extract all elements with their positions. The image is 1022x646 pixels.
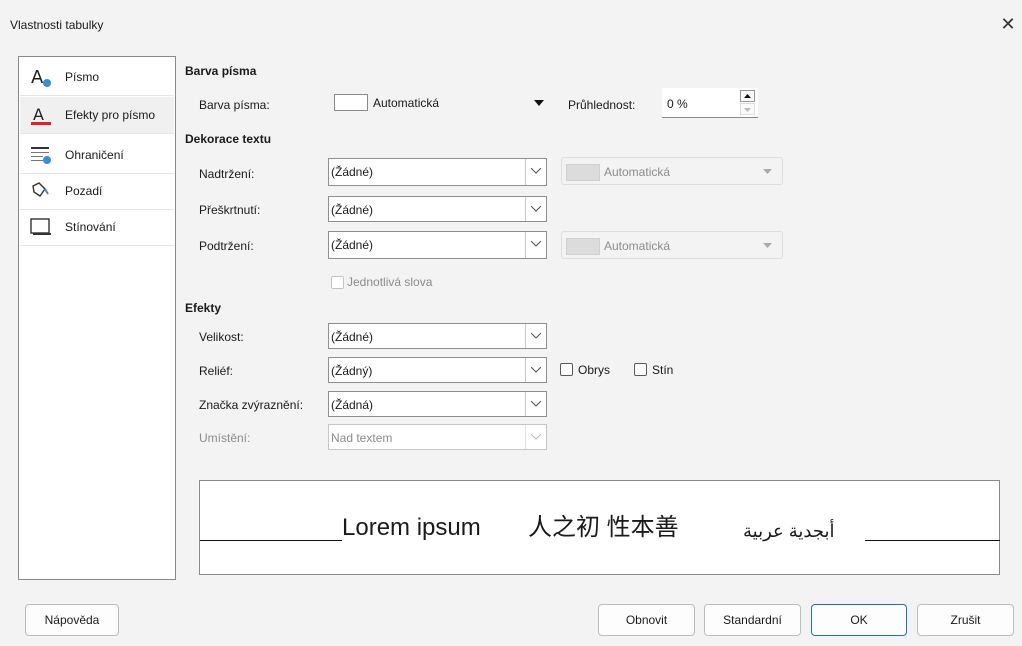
chevron-down-icon <box>531 367 541 373</box>
overline-color-value: Automatická <box>604 165 671 179</box>
arrow-up-icon <box>744 94 751 98</box>
individual-words-checkbox[interactable] <box>331 276 344 289</box>
sidebar-item-background[interactable]: Pozadí <box>20 173 174 210</box>
overline-dropdown-button[interactable] <box>525 159 546 185</box>
sidebar-item-label: Efekty pro písmo <box>65 108 156 122</box>
individual-words-label: Jednotlivá slova <box>347 275 433 289</box>
case-combo[interactable]: (Žádné) <box>328 323 547 349</box>
standard-button[interactable]: Standardní <box>704 604 801 636</box>
position-dropdown-button[interactable] <box>525 425 546 449</box>
emphasis-combo[interactable]: (Žádná) <box>328 391 547 417</box>
shadow-label: Stín <box>652 363 674 377</box>
font-icon: A <box>31 67 51 88</box>
chevron-down-icon <box>531 434 541 440</box>
overline-color-picker: Automatická <box>561 157 783 185</box>
color-swatch <box>566 164 600 181</box>
font-color-heading: Barva písma <box>185 64 257 78</box>
close-button[interactable]: ✕ <box>996 12 1020 36</box>
sidebar-item-borders[interactable]: Ohraničení <box>20 137 174 174</box>
shadow-checkbox[interactable] <box>634 363 647 376</box>
strikethrough-dropdown-button[interactable] <box>525 197 546 221</box>
chevron-down-icon <box>531 401 541 407</box>
sidebar: A Písmo A Efekty pro písmo Ohraničení Po… <box>18 56 176 580</box>
underline-label: Podtržení: <box>199 239 254 253</box>
reset-button[interactable]: Obnovit <box>598 604 695 636</box>
arrow-down-icon <box>744 108 751 112</box>
shadow-icon <box>30 218 51 235</box>
close-icon: ✕ <box>1000 14 1016 34</box>
transparency-value: 0 % <box>667 97 688 111</box>
preview-latin-text: Lorem ipsum <box>342 514 481 541</box>
case-value: (Žádné) <box>331 330 374 344</box>
svg-text:A: A <box>33 105 44 124</box>
strikethrough-combo[interactable]: (Žádné) <box>328 196 547 222</box>
sidebar-item-label: Pozadí <box>65 184 103 198</box>
relief-value: (Žádný) <box>331 364 373 378</box>
emphasis-dropdown-button[interactable] <box>525 392 546 416</box>
spin-up-button[interactable] <box>740 90 755 102</box>
color-swatch <box>334 94 368 111</box>
underline-color-picker: Automatická <box>561 231 783 259</box>
cancel-button[interactable]: Zrušit <box>917 604 1014 636</box>
background-icon <box>32 182 49 197</box>
sidebar-item-font[interactable]: A Písmo <box>20 59 174 96</box>
outline-checkbox[interactable] <box>560 363 573 376</box>
position-combo[interactable]: Nad textem <box>328 424 547 450</box>
relief-combo[interactable]: (Žádný) <box>328 357 547 383</box>
borders-icon <box>31 147 51 164</box>
preview-cjk-text: 人之初 性本善 <box>528 514 679 541</box>
chevron-down-icon <box>531 241 541 247</box>
case-dropdown-button[interactable] <box>525 324 546 348</box>
overline-label: Nadtržení: <box>199 167 255 181</box>
spin-down-button[interactable] <box>740 103 755 115</box>
chevron-down-icon <box>763 169 772 174</box>
chevron-down-icon <box>531 333 541 339</box>
sidebar-item-label: Písmo <box>65 70 100 84</box>
preview-baseline-left <box>200 540 342 541</box>
font-color-picker[interactable]: Automatická <box>331 89 553 117</box>
underline-color-value: Automatická <box>604 239 671 253</box>
color-swatch <box>566 238 600 255</box>
sidebar-item-font-effects[interactable]: A Efekty pro písmo <box>20 97 174 134</box>
chevron-down-icon <box>531 168 541 174</box>
font-color-value: Automatická <box>373 96 440 110</box>
strikethrough-value: (Žádné) <box>331 203 374 217</box>
relief-dropdown-button[interactable] <box>525 358 546 382</box>
underline-value: (Žádné) <box>331 238 374 252</box>
underline-dropdown-button[interactable] <box>525 232 546 258</box>
chevron-down-icon <box>534 100 544 106</box>
emphasis-label: Značka zvýraznění: <box>199 398 304 412</box>
outline-label: Obrys <box>578 363 611 377</box>
transparency-spinbox[interactable]: 0 % <box>662 88 758 118</box>
preview-box: Lorem ipsum 人之初 性本善 أبجدية عربية <box>199 480 1000 575</box>
preview-baseline-right <box>865 540 1000 541</box>
relief-label: Reliéf: <box>199 364 234 378</box>
overline-value: (Žádné) <box>331 165 374 179</box>
transparency-label: Průhlednost: <box>568 98 636 112</box>
chevron-down-icon <box>531 206 541 212</box>
underline-combo[interactable]: (Žádné) <box>328 231 547 259</box>
emphasis-value: (Žádná) <box>331 398 374 412</box>
position-label: Umístění: <box>199 431 251 445</box>
case-label: Velikost: <box>199 330 244 344</box>
decoration-heading: Dekorace textu <box>185 132 272 146</box>
ok-button[interactable]: OK <box>811 604 907 636</box>
sidebar-item-label: Ohraničení <box>65 148 124 162</box>
font-color-label: Barva písma: <box>199 98 270 112</box>
window-title: Vlastnosti tabulky <box>10 18 104 32</box>
font-effects-icon: A <box>31 105 51 125</box>
effects-heading: Efekty <box>185 301 222 315</box>
svg-text:A: A <box>31 67 44 88</box>
help-button[interactable]: Nápověda <box>25 604 119 636</box>
overline-combo[interactable]: (Žádné) <box>328 158 547 186</box>
sidebar-item-label: Stínování <box>65 220 116 234</box>
sidebar-item-shadow[interactable]: Stínování <box>20 209 174 246</box>
title-bar <box>0 0 1022 46</box>
chevron-down-icon <box>763 243 772 248</box>
strikethrough-label: Přeškrtnutí: <box>199 203 261 217</box>
position-value: Nad textem <box>331 431 393 445</box>
preview-ctl-text: أبجدية عربية <box>743 521 835 541</box>
